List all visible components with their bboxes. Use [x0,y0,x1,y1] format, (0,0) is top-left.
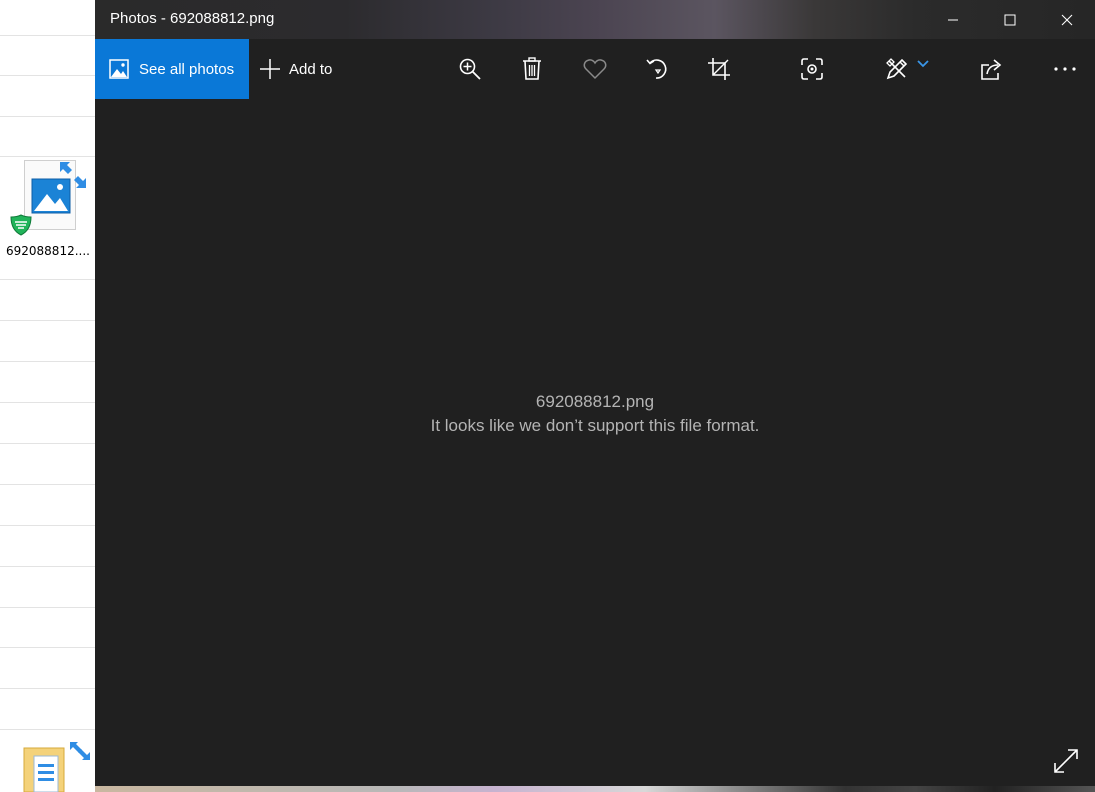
row-divider [0,525,95,526]
crop-icon [708,58,730,80]
maximize-button[interactable] [981,0,1038,39]
row-divider [0,279,95,280]
delete-icon [523,57,541,80]
edit-draw-icon [886,58,908,80]
desktop-file-item[interactable]: 692088812.... [4,156,94,266]
row-divider [0,75,95,76]
photos-icon [109,59,129,79]
row-divider [0,116,95,117]
desktop-folder-item[interactable] [20,742,95,792]
live-capture-icon [801,58,823,80]
close-button[interactable] [1038,0,1095,39]
delete-button[interactable] [516,53,548,85]
toolbar: See all photos Add to [95,39,1095,99]
row-divider [0,647,95,648]
row-divider [0,484,95,485]
row-divider [0,361,95,362]
favorite-button[interactable] [579,53,611,85]
edit-create-button[interactable] [881,53,933,85]
zoom-in-icon [459,58,481,80]
add-to-label: Add to [289,60,333,78]
desktop-background: 692088812.... [0,0,95,792]
share-icon [981,59,1002,80]
desktop-file-label: 692088812.... [6,244,90,258]
zoom-button[interactable] [454,53,486,85]
row-divider [0,688,95,689]
taskbar-preview-strip [95,786,1095,792]
row-divider [0,607,95,608]
window-title: Photos - 692088812.png [110,10,275,27]
shield-icon [10,214,32,236]
see-all-photos-label: See all photos [139,60,235,78]
photos-window: Photos - 692088812.png See all photos Ad… [95,0,1095,786]
share-button[interactable] [976,53,1008,85]
row-divider [0,443,95,444]
close-icon [1061,14,1072,25]
row-divider [0,320,95,321]
heart-icon [583,59,607,80]
title-bar[interactable]: Photos - 692088812.png [95,0,1095,39]
add-to-button[interactable]: Add to [259,39,332,99]
rotate-icon [646,59,667,79]
fullscreen-button[interactable] [1050,745,1082,777]
see-all-photos-button[interactable]: See all photos [95,39,249,99]
chevron-down-icon [917,60,929,68]
error-filename: 692088812.png [535,392,655,411]
shortcut-arrow-icon [60,162,86,188]
more-options-button[interactable] [1049,53,1081,85]
maximize-icon [1004,14,1015,25]
live-capture-button[interactable] [796,53,828,85]
minimize-button[interactable] [924,0,981,39]
row-divider [0,729,95,730]
plus-icon [260,59,280,79]
row-divider [0,566,95,567]
error-message: It looks like we don’t support this file… [430,416,760,435]
photo-viewer: 692088812.png It looks like we don’t sup… [95,99,1095,786]
crop-button[interactable] [703,53,735,85]
row-divider [0,35,95,36]
minimize-icon [947,19,958,20]
more-icon [1054,67,1076,71]
rotate-button[interactable] [641,53,673,85]
row-divider [0,402,95,403]
folder-icon [23,742,90,792]
fullscreen-icon [1054,749,1078,773]
